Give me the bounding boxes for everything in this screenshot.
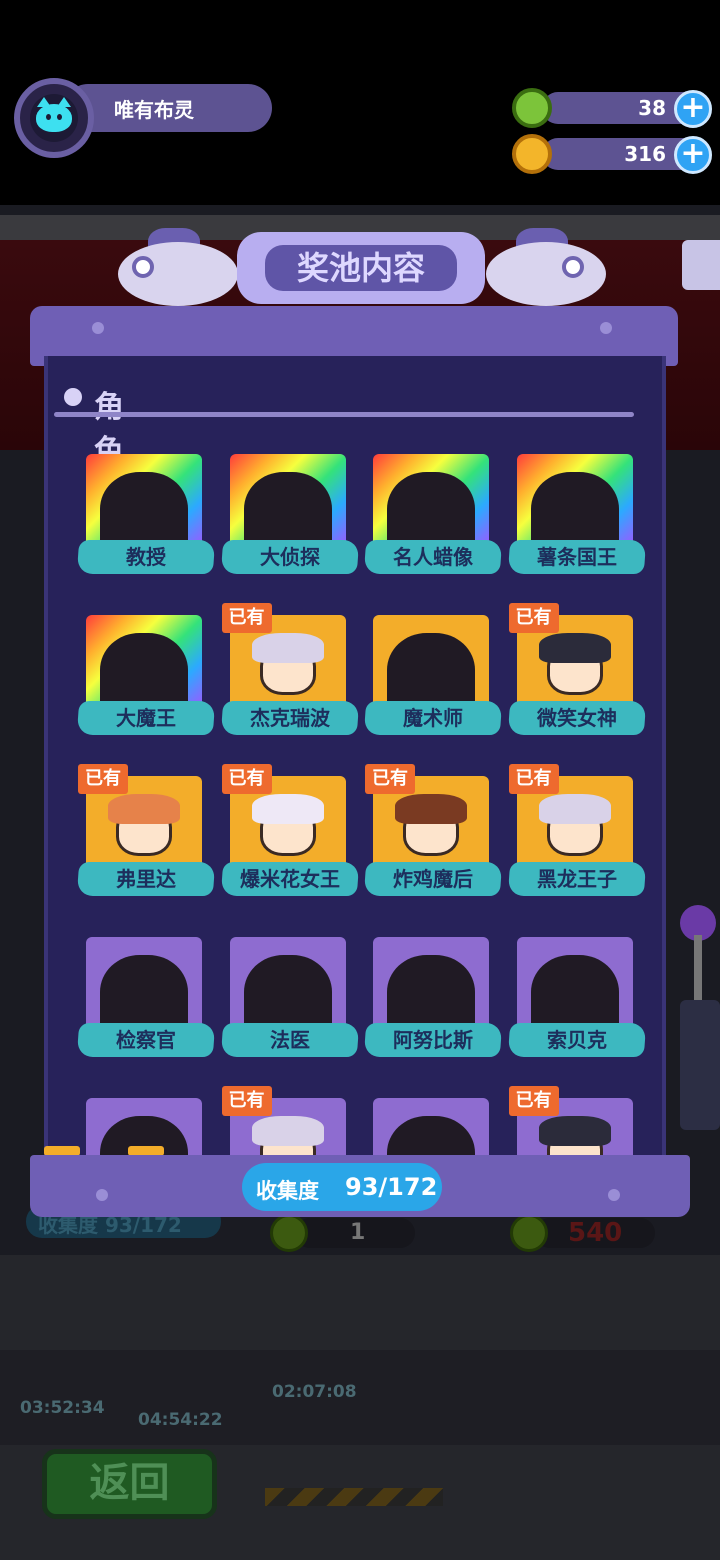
character-name: 检察官 <box>76 1023 216 1057</box>
player-name: 唯有布灵 <box>114 98 194 122</box>
character-name: 大魔王 <box>76 701 216 735</box>
gear-coin-icon <box>510 1214 548 1252</box>
owned-badge: 已有 <box>221 764 272 794</box>
character-card[interactable]: 弗里达 已有 <box>76 764 216 906</box>
player-profile[interactable]: 唯有布灵 <box>14 78 272 158</box>
background-coin-right: 540 <box>510 1212 660 1252</box>
character-hair <box>538 1116 611 1146</box>
character-card[interactable]: 法医 <box>220 937 359 1067</box>
character-card[interactable]: 爆米花女王 已有 <box>220 764 359 906</box>
character-portrait <box>516 937 633 1037</box>
character-card[interactable]: 微笑女神 已有 <box>507 603 646 745</box>
character-portrait <box>86 937 202 1037</box>
planet-coin-icon <box>512 134 552 174</box>
timer-3: 02:07:08 <box>272 1382 357 1402</box>
character-card[interactable]: 大魔王 <box>76 615 216 745</box>
character-card[interactable]: 魔术师 <box>363 615 503 745</box>
character-hair <box>538 633 611 663</box>
character-name: 炸鸡魔后 <box>363 862 503 896</box>
character-card[interactable]: 教授 <box>76 454 216 584</box>
lever-base <box>680 1000 720 1130</box>
character-card[interactable]: 名人蜡像 <box>363 454 503 584</box>
lever-stick <box>694 935 702 1005</box>
character-portrait <box>229 454 346 554</box>
section-divider <box>54 412 634 417</box>
character-name: 索贝克 <box>507 1023 646 1057</box>
add-gear-button[interactable]: + <box>674 90 712 128</box>
character-card[interactable] <box>365 1098 501 1156</box>
collection-progress: 收集度 93/172 <box>242 1163 442 1211</box>
character-card[interactable]: 阿努比斯 <box>363 937 503 1067</box>
player-avatar[interactable] <box>14 78 94 158</box>
background-coin-left: 1 <box>270 1212 415 1252</box>
background-lever <box>680 905 720 1135</box>
panel-title-frame: 奖池内容 <box>237 232 485 304</box>
character-hair <box>251 794 324 824</box>
character-card[interactable]: 黑龙王子 已有 <box>507 764 646 906</box>
character-card[interactable]: 大侦探 <box>220 454 359 584</box>
character-portrait <box>86 454 202 554</box>
character-silhouette <box>387 1116 475 1156</box>
collection-value: 93/172 <box>345 1173 438 1201</box>
character-card[interactable]: 薯条国王 <box>507 454 646 584</box>
character-name: 名人蜡像 <box>363 540 503 574</box>
character-hair <box>395 794 467 824</box>
character-hair <box>108 794 180 824</box>
owned-badge: 已有 <box>221 1086 272 1116</box>
character-portrait <box>86 615 202 715</box>
character-portrait <box>229 937 346 1037</box>
character-name: 弗里达 <box>76 862 216 896</box>
timer-2: 04:54:22 <box>138 1410 223 1430</box>
owned-badge: 已有 <box>78 764 128 794</box>
panel-title: 奖池内容 <box>265 245 457 291</box>
currency-planet: 316 + <box>512 134 712 174</box>
timer-1: 03:52:34 <box>20 1398 105 1418</box>
character-name: 黑龙王子 <box>507 862 646 896</box>
character-name: 爆米花女王 <box>220 862 359 896</box>
owned-badge: 已有 <box>508 1086 559 1116</box>
character-card[interactable]: 炸鸡魔后 已有 <box>363 764 503 906</box>
character-name: 杰克瑞波 <box>220 701 359 735</box>
green-gear-coin-icon <box>512 88 552 128</box>
character-card[interactable]: 已有 <box>508 1086 645 1156</box>
character-portrait <box>373 615 489 715</box>
character-card[interactable]: 杰克瑞波 已有 <box>220 603 359 745</box>
character-portrait <box>373 937 489 1037</box>
character-card[interactable]: 已有 <box>221 1086 358 1156</box>
character-name: 教授 <box>76 540 216 574</box>
fish-left-icon <box>118 228 248 306</box>
share-icon[interactable] <box>682 240 720 290</box>
prize-pool-list[interactable]: 角色 教授 大侦探 名人蜡像 薯条国王 大魔王 杰克瑞波 已有 魔术师 微笑女神 已有 弗里达 已有爆… <box>44 356 666 1156</box>
owned-badge: 已有 <box>221 603 272 633</box>
character-portrait <box>373 1098 489 1156</box>
add-planet-button[interactable]: + <box>674 136 712 174</box>
character-hair <box>251 633 324 663</box>
back-button[interactable]: 返回 <box>42 1449 217 1519</box>
character-name: 薯条国王 <box>507 540 646 574</box>
bullet-dot-icon <box>64 388 82 406</box>
collection-label: 收集度 <box>256 1179 319 1203</box>
character-name: 微笑女神 <box>507 701 646 735</box>
game-screen: 收集度 93/172 1 540 03:52:34 04:54:22 02:07… <box>0 0 720 1560</box>
character-card[interactable]: 索贝克 <box>507 937 646 1067</box>
gear-coin-icon <box>270 1214 308 1252</box>
character-name: 魔术师 <box>363 701 503 735</box>
character-name: 大侦探 <box>220 540 359 574</box>
character-name: 阿努比斯 <box>363 1023 503 1057</box>
character-name: 法医 <box>220 1023 359 1057</box>
owned-badge: 已有 <box>365 764 415 794</box>
owned-badge: 已有 <box>508 603 559 633</box>
fish-right-icon <box>476 228 606 306</box>
cat-avatar-icon <box>36 97 72 132</box>
currency-gear: 38 + <box>512 88 712 128</box>
character-card[interactable]: 检察官 <box>76 937 216 1067</box>
character-hair <box>538 794 611 824</box>
hazard-stripe <box>265 1488 443 1506</box>
owned-badge: 已有 <box>508 764 559 794</box>
character-portrait <box>516 454 633 554</box>
background-timer-strip: 03:52:34 04:54:22 02:07:08 <box>0 1350 720 1445</box>
character-hair <box>251 1116 324 1146</box>
character-portrait <box>373 454 489 554</box>
